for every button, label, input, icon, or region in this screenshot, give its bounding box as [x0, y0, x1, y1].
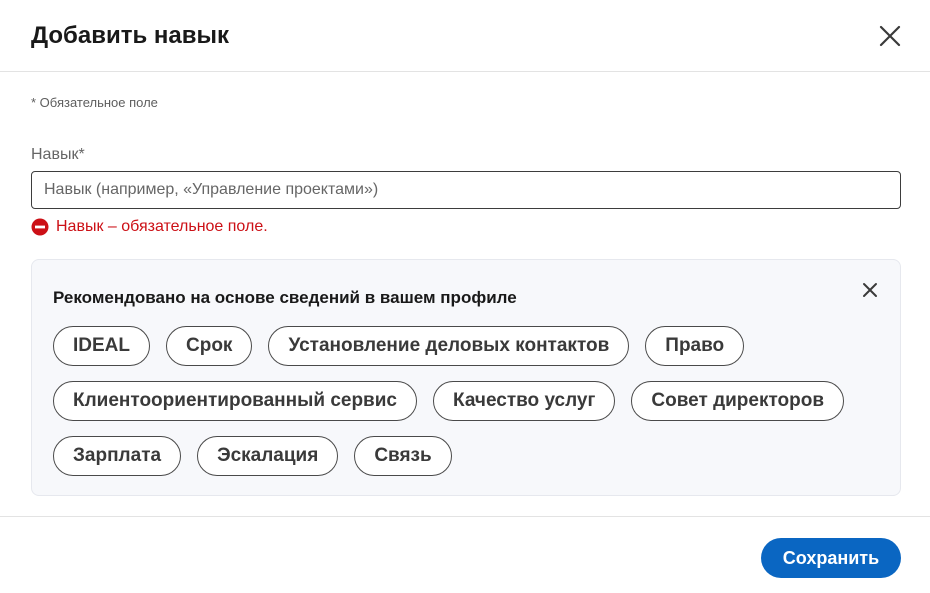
- skill-chip[interactable]: Клиентоориентированный сервис: [53, 381, 417, 421]
- skill-chip[interactable]: Установление деловых контактов: [268, 326, 630, 366]
- recommended-skills-title: Рекомендовано на основе сведений в вашем…: [53, 288, 517, 307]
- skill-chip[interactable]: Связь: [354, 436, 452, 476]
- skill-chips: IDEAL Срок Установление деловых контакто…: [53, 326, 883, 491]
- close-icon: [863, 283, 877, 297]
- close-icon: [879, 25, 901, 47]
- chip-row: IDEAL Срок Установление деловых контакто…: [53, 326, 883, 366]
- skill-chip[interactable]: Право: [645, 326, 745, 366]
- skill-error: Навык – обязательное поле.: [31, 216, 268, 238]
- skill-chip[interactable]: IDEAL: [53, 326, 150, 366]
- chip-row: Зарплата Эскалация Связь: [53, 436, 883, 476]
- add-skill-dialog: Добавить навык * Обязательное поле Навык…: [0, 0, 930, 593]
- dismiss-recommendations-button[interactable]: [856, 276, 884, 304]
- chip-row: Клиентоориентированный сервис Качество у…: [53, 381, 883, 421]
- save-button[interactable]: Сохранить: [761, 538, 901, 578]
- skill-chip[interactable]: Совет директоров: [631, 381, 845, 421]
- skill-field-label: Навык*: [31, 146, 85, 163]
- error-stop-icon: [31, 218, 49, 236]
- skill-chip[interactable]: Качество услуг: [432, 381, 616, 421]
- recommended-skills-panel: Рекомендовано на основе сведений в вашем…: [31, 259, 901, 496]
- skill-chip[interactable]: Зарплата: [53, 436, 182, 476]
- dialog-header: Добавить навык: [0, 0, 930, 72]
- error-message: Навык – обязательное поле.: [56, 218, 268, 235]
- skill-input[interactable]: [31, 171, 901, 209]
- required-field-note: * Обязательное поле: [31, 95, 158, 110]
- dialog-footer: Сохранить: [0, 516, 930, 593]
- dialog-title: Добавить навык: [31, 22, 230, 49]
- skill-chip[interactable]: Срок: [166, 326, 253, 366]
- close-dialog-button[interactable]: [872, 18, 908, 54]
- skill-chip[interactable]: Эскалация: [197, 436, 339, 476]
